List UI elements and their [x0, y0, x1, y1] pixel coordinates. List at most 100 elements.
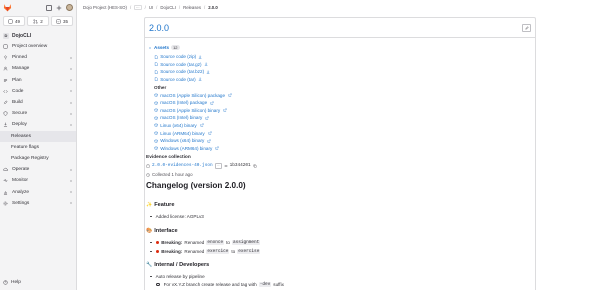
users-icon: [3, 66, 8, 71]
breadcrumb-item[interactable]: UI: [149, 5, 153, 10]
package-icon: [154, 146, 158, 151]
edit-release-button[interactable]: [522, 24, 531, 32]
sidebar-item-analyze[interactable]: Analyze: [0, 186, 76, 197]
deploy-icon: [3, 122, 8, 128]
sidebar-counters: 49 2 35: [0, 16, 76, 26]
clock-icon: [146, 172, 150, 177]
assets-toggle[interactable]: Assets 12: [148, 45, 180, 50]
sidebar-nav: Project overview Pinned Manage Plan Code…: [0, 41, 76, 209]
other-asset-link[interactable]: macOS (Apple Silicon) binary: [154, 107, 232, 115]
source-code-link[interactable]: Source code (tar): [154, 76, 232, 84]
sidebar-item-deploy[interactable]: Deploy: [0, 119, 76, 130]
other-asset-link[interactable]: Windows (ARM64) binary: [154, 145, 232, 153]
sidebar-item-pinned[interactable]: Pinned: [0, 52, 76, 63]
source-code-link[interactable]: Source code (tar.gz): [154, 61, 232, 69]
palette-icon: 🎨: [146, 228, 153, 234]
sidebar-item-operate[interactable]: Operate: [0, 164, 76, 175]
plan-icon: [3, 78, 8, 83]
asset-label: Source code (zip): [160, 54, 197, 60]
download-icon: [206, 70, 210, 74]
sidebar-item-label: Code: [12, 88, 24, 94]
cloud-icon: [3, 167, 8, 172]
pin-icon: [3, 55, 8, 60]
assets-count-badge: 12: [171, 45, 180, 50]
package-icon: [154, 101, 158, 105]
package-icon: [154, 116, 158, 120]
evidence-file-link[interactable]: 2.0.0-evidences-40.json: [152, 163, 213, 168]
inline-code: assignment: [231, 240, 261, 245]
sidebar: 49 2 35 D DojoCLI Project overview Pinne…: [0, 0, 77, 290]
list-item: Added license: AGPLv3: [150, 214, 204, 219]
external-link-icon: [223, 108, 227, 112]
other-asset-link[interactable]: Windows (x64) binary: [154, 137, 232, 145]
assets-label: Assets: [154, 45, 170, 50]
wrench-icon: 🔧: [146, 262, 153, 268]
copy-icon[interactable]: [253, 164, 257, 168]
sidebar-item-build[interactable]: Build: [0, 97, 76, 108]
breadcrumb-current: 2.0.0: [208, 4, 218, 10]
sidebar-subitem-feature-flags[interactable]: Feature flags: [0, 142, 76, 153]
todos-counter[interactable]: 35: [51, 16, 73, 26]
shield-icon: [3, 111, 8, 116]
external-link-icon: [215, 146, 219, 150]
source-code-link[interactable]: Source code (tar.bz2): [154, 68, 232, 76]
sidebar-item-manage[interactable]: Manage: [0, 63, 76, 74]
feature-heading: ✨ Feature: [146, 202, 174, 208]
sidebar-item-monitor[interactable]: Monitor: [0, 175, 76, 186]
collected-text: Collected 1 hour ago: [152, 172, 193, 177]
asset-label: Linux (x64) binary: [160, 123, 197, 129]
breadcrumb-item[interactable]: DojoCLI: [160, 5, 176, 10]
sidebar-subitem-label: Feature flags: [11, 144, 39, 150]
sparkles-icon: ✨: [146, 202, 153, 208]
asset-label: Linux (ARM64) binary: [160, 130, 205, 136]
external-link-icon: [207, 139, 211, 143]
avatar[interactable]: [66, 4, 73, 11]
other-asset-link[interactable]: macOS (Intel) package: [154, 99, 232, 107]
sidebar-item-settings[interactable]: Settings: [0, 198, 76, 209]
merge-requests-counter[interactable]: 2: [27, 16, 49, 26]
list-item-text: For vX.Y.Z branch create release and tag…: [163, 282, 257, 287]
other-asset-link[interactable]: macOS (Apple Silicon) package: [154, 91, 232, 99]
monitor-icon: [3, 178, 8, 183]
question-icon: [3, 280, 8, 285]
sidebar-subitem-package-registry[interactable]: Package Registry: [0, 153, 76, 164]
issues-counter[interactable]: 49: [3, 16, 25, 26]
sidebar-subitem-releases[interactable]: Releases: [0, 130, 76, 142]
gitlab-logo-icon[interactable]: [3, 3, 12, 12]
sidebar-item-code[interactable]: Code: [0, 86, 76, 97]
sidebar-item-secure[interactable]: Secure: [0, 108, 76, 119]
download-icon: [204, 62, 207, 67]
package-icon: [154, 131, 158, 135]
breaking-badge: Breaking:: [161, 240, 183, 245]
asset-label: macOS (Apple Silicon) binary: [160, 107, 221, 113]
sidebar-item-label: Deploy: [12, 122, 27, 128]
help-button[interactable]: Help: [3, 280, 21, 285]
release-title[interactable]: 2.0.0: [149, 23, 531, 34]
sidebar-item-plan[interactable]: Plan: [0, 75, 76, 86]
merge-request-icon: [33, 18, 38, 24]
package-icon: [154, 123, 158, 128]
breaking-dot-icon: [155, 249, 160, 254]
evidence-collected: Collected 1 hour ago: [146, 172, 193, 177]
evidence-expand-button[interactable]: …: [214, 163, 222, 169]
external-link-icon: [210, 101, 214, 105]
sidebar-toggle-icon[interactable]: [46, 4, 52, 11]
chevron-right-icon: [70, 202, 72, 205]
breadcrumb-item[interactable]: Releases: [183, 5, 201, 10]
package-icon: [154, 138, 158, 143]
other-asset-link[interactable]: Linux (ARM64) binary: [154, 129, 232, 137]
chevron-right-icon: [70, 112, 72, 115]
other-asset-link[interactable]: macOS (Intel) binary: [154, 114, 232, 122]
sidebar-item-project-overview[interactable]: Project overview: [0, 41, 76, 52]
plus-icon[interactable]: [56, 5, 62, 11]
chevron-right-icon: [70, 90, 72, 93]
breadcrumb: Dojo Project (HES-SO) / … / UI / DojoCLI…: [77, 0, 600, 14]
breadcrumb-separator: /: [178, 4, 181, 10]
other-asset-link[interactable]: Linux (x64) binary: [154, 122, 232, 130]
issues-count: 49: [14, 18, 20, 24]
breadcrumb-collapsed[interactable]: …: [134, 4, 142, 10]
project-switcher[interactable]: D DojoCLI: [0, 31, 76, 40]
sidebar-subitem-label: Package Registry: [11, 155, 49, 161]
breadcrumb-item[interactable]: Dojo Project (HES-SO): [83, 5, 127, 10]
source-code-link[interactable]: Source code (zip): [154, 53, 232, 61]
